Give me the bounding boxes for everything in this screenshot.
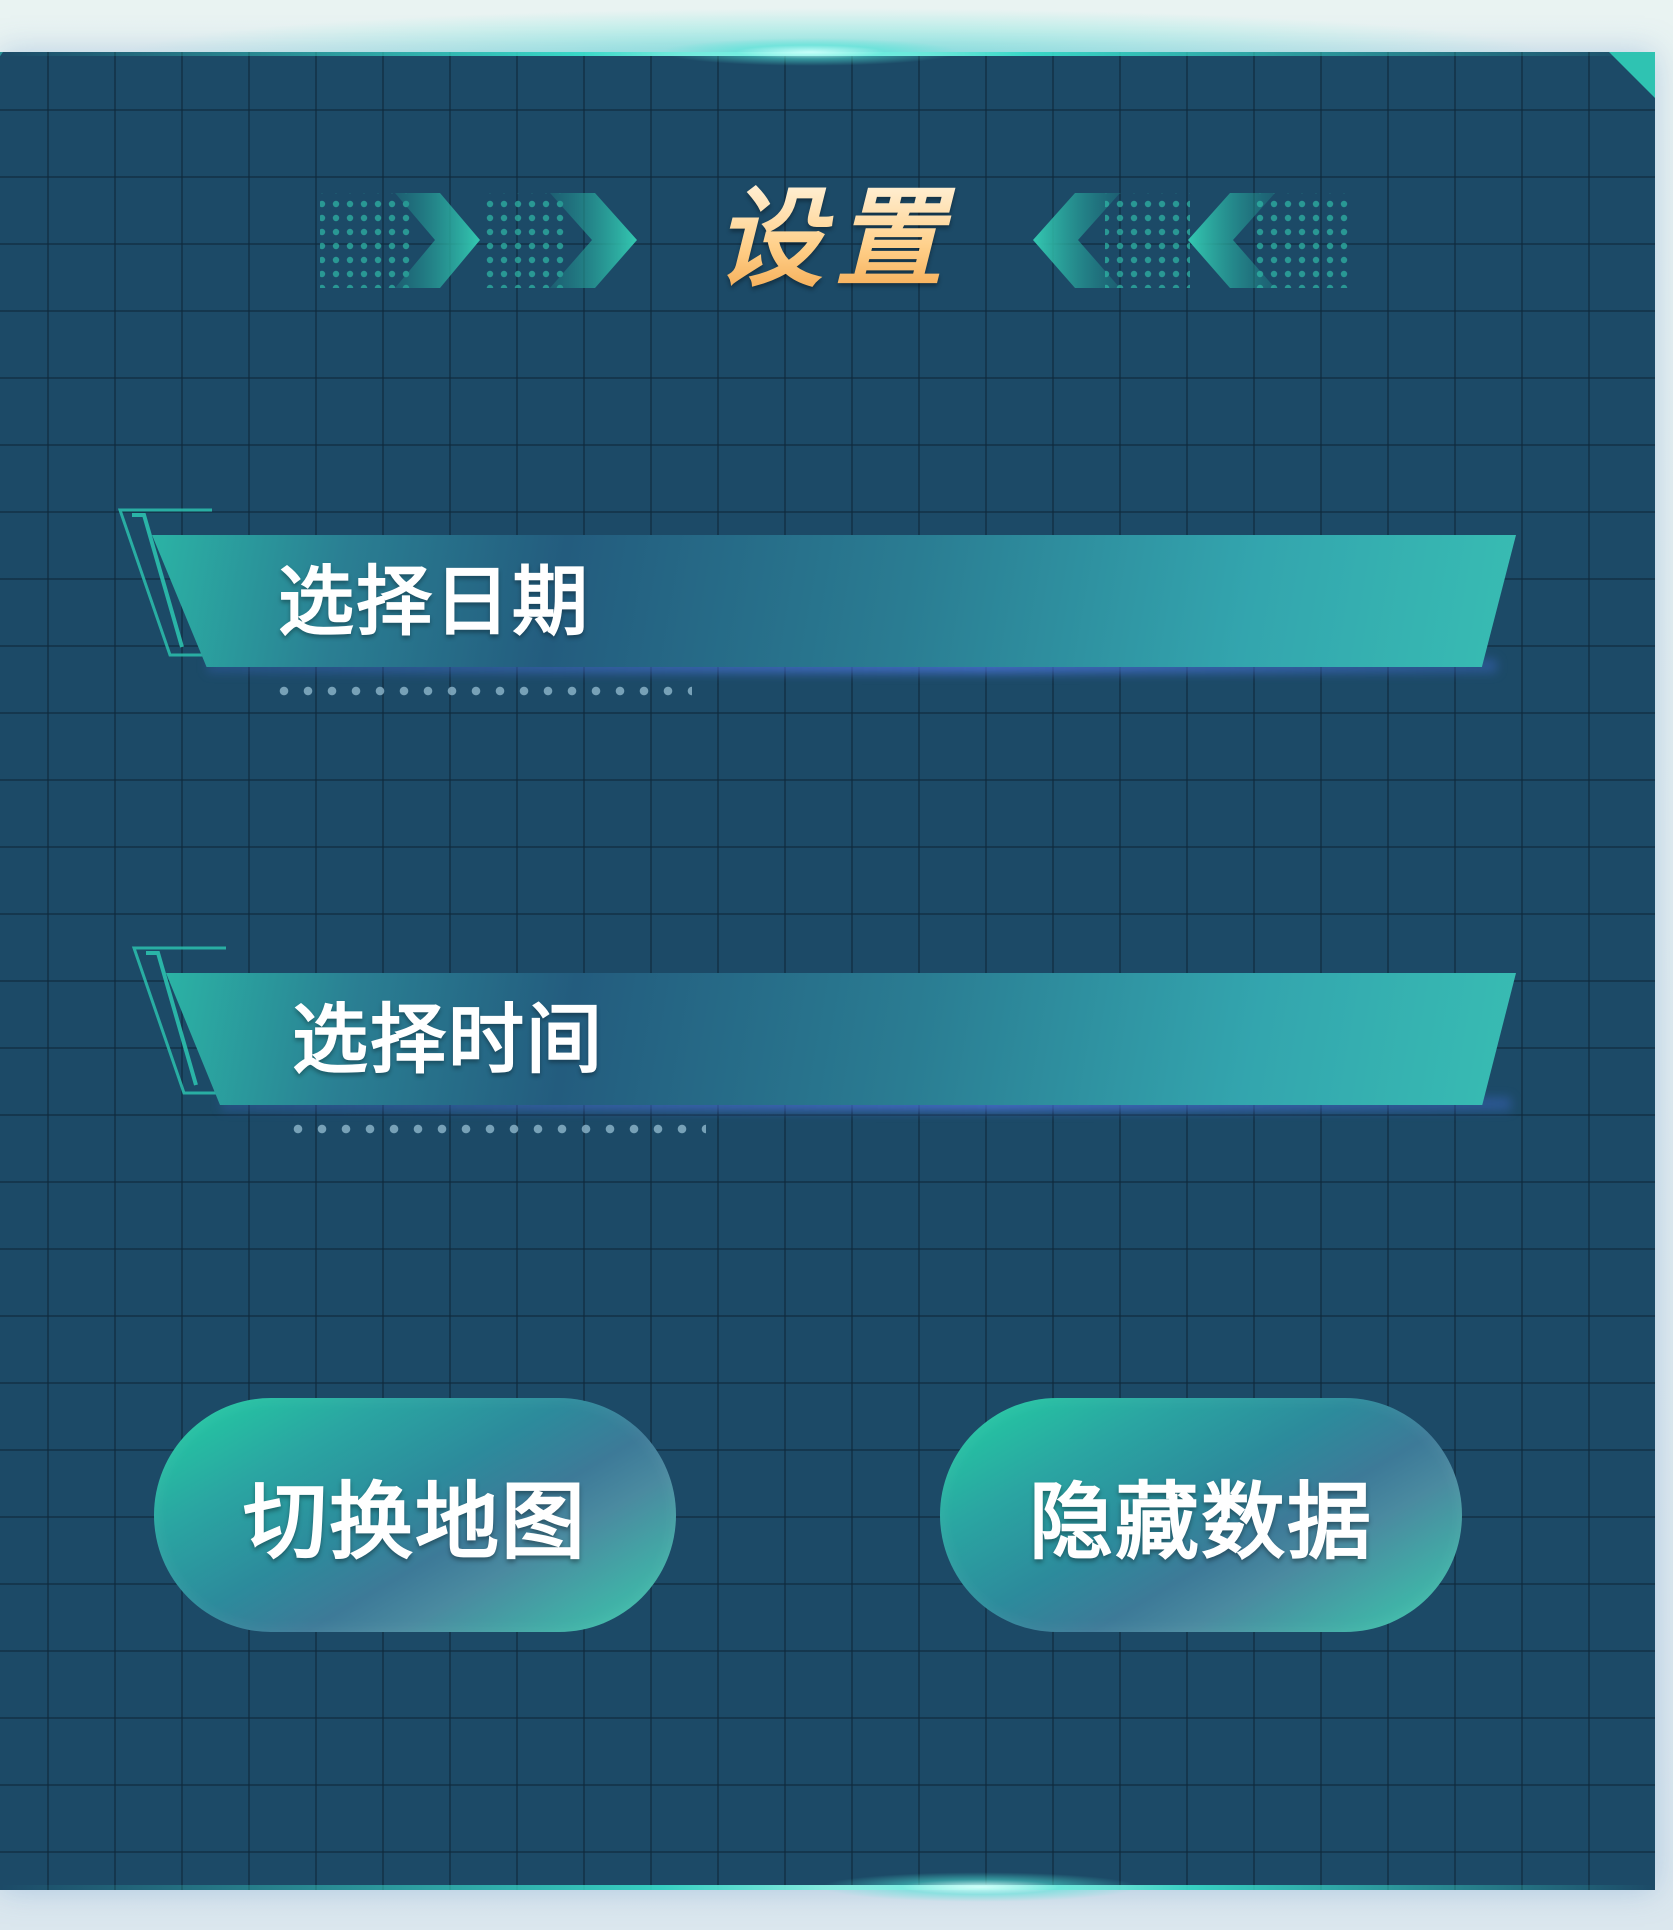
chevrons-left-icon: [1033, 193, 1350, 288]
select-date-header: 选择日期: [112, 507, 1532, 707]
switch-map-label: 切换地图: [242, 1472, 587, 1571]
select-time-section[interactable]: 选择时间: [126, 945, 1546, 1145]
page-title: 设置: [685, 175, 985, 305]
corner-decoration-top-left: [0, 52, 33, 82]
corner-decoration-top-right: [1609, 52, 1655, 98]
header-dots-decoration: [286, 1123, 706, 1135]
hide-data-button[interactable]: 隐藏数据: [940, 1398, 1462, 1632]
select-time-label: 选择时间: [292, 995, 604, 1084]
settings-panel: 设置 选择日期 选择时间 切换地图 隐藏数据: [0, 52, 1655, 1890]
chevrons-right-icon: [320, 193, 637, 288]
top-center-glow: [660, 38, 960, 66]
header-dots-decoration: [272, 685, 692, 697]
switch-map-button[interactable]: 切换地图: [154, 1398, 676, 1632]
title-banner: 设置: [315, 175, 1355, 305]
select-time-header: 选择时间: [126, 945, 1546, 1145]
settings-screen: 设置 选择日期 选择时间 切换地图 隐藏数据: [0, 0, 1673, 1930]
hide-data-label: 隐藏数据: [1028, 1472, 1373, 1571]
bottom-center-glow: [820, 1872, 1140, 1902]
select-date-label: 选择日期: [278, 557, 590, 646]
select-date-section[interactable]: 选择日期: [112, 507, 1532, 707]
